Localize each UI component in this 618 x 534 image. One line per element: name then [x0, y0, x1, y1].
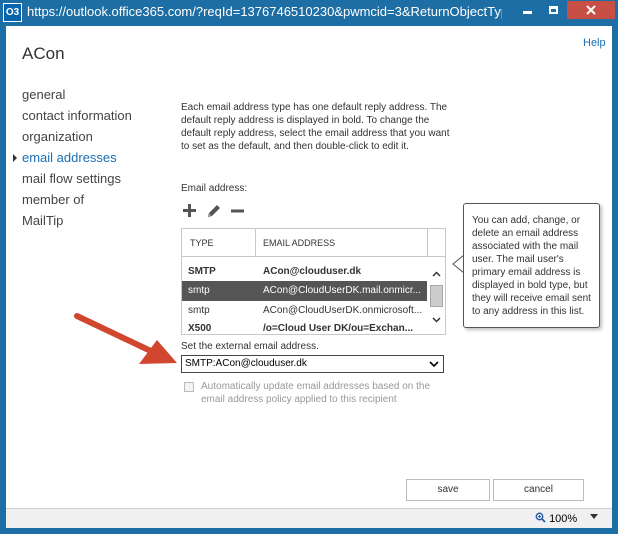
row-address: ACon@clouduser.dk [263, 266, 362, 277]
edit-icon[interactable] [205, 202, 223, 220]
external-address-select[interactable]: SMTP:ACon@clouduser.dk [181, 355, 444, 373]
nav-item-label: email addresses [22, 150, 117, 165]
nav-item-contact-information[interactable]: contact information [22, 108, 132, 129]
auto-update-checkbox[interactable] [184, 382, 194, 392]
page-title: ACon [22, 44, 65, 63]
status-bar: 100% [6, 508, 612, 528]
maximize-button[interactable] [541, 1, 566, 19]
nav-item-member-of[interactable]: member of [22, 192, 132, 213]
outlook-app-icon: O3 [3, 3, 22, 22]
help-link[interactable]: Help [583, 37, 606, 49]
nav-item-label: organization [22, 129, 93, 144]
nav-item-mail-flow-settings[interactable]: mail flow settings [22, 171, 132, 192]
zoom-icon [535, 512, 546, 523]
table-row[interactable]: SMTP ACon@clouduser.dk [182, 262, 427, 282]
scroll-down-icon[interactable] [432, 315, 441, 324]
window-border-left [0, 26, 6, 534]
row-type: SMTP [188, 266, 216, 277]
zoom-dropdown-icon[interactable] [590, 514, 598, 519]
column-header-email-address[interactable]: EMAIL ADDRESS [263, 238, 335, 248]
minimize-button[interactable] [515, 1, 540, 19]
row-address: /o=Cloud User DK/ou=Exchan... [263, 323, 414, 334]
window-url: https://outlook.office365.com/?reqId=137… [27, 4, 502, 19]
row-type: smtp [188, 285, 210, 296]
cancel-button[interactable]: cancel [493, 479, 584, 501]
add-icon[interactable] [181, 202, 199, 220]
nav-item-label: mail flow settings [22, 171, 121, 186]
table-row[interactable]: smtp ACon@CloudUserDK.onmicrosoft... [182, 301, 427, 321]
row-address: ACon@CloudUserDK.mail.onmicr... [263, 285, 421, 296]
email-address-label: Email address: [181, 183, 248, 194]
column-divider [255, 229, 256, 257]
info-callout: You can add, change, or delete an email … [463, 203, 600, 328]
nav-item-label: contact information [22, 108, 132, 123]
window-border-right [612, 26, 618, 534]
close-icon [586, 5, 596, 15]
active-marker-icon [13, 154, 17, 162]
nav-item-label: MailTip [22, 213, 64, 228]
save-button[interactable]: save [406, 479, 490, 501]
row-address: ACon@CloudUserDK.onmicrosoft... [263, 305, 423, 316]
red-arrow-icon [74, 313, 177, 364]
close-button[interactable] [567, 1, 615, 19]
auto-update-label: Automatically update email addresses bas… [201, 381, 431, 405]
email-description: Each email address type has one default … [181, 102, 450, 152]
nav-item-email-addresses[interactable]: email addresses [13, 150, 132, 171]
external-address-value: SMTP:ACon@clouduser.dk [185, 358, 307, 369]
zoom-control[interactable]: 100% [535, 512, 577, 525]
maximize-icon [549, 5, 558, 14]
scroll-thumb[interactable] [430, 285, 443, 307]
scroll-up-icon[interactable] [432, 270, 441, 279]
nav-item-label: general [22, 87, 66, 102]
chevron-down-icon [429, 361, 439, 368]
nav-item-mailtip[interactable]: MailTip [22, 213, 132, 234]
nav-item-organization[interactable]: organization [22, 129, 132, 150]
table-header: TYPE EMAIL ADDRESS [182, 229, 445, 257]
nav-item-general[interactable]: general [22, 87, 132, 108]
minimize-icon [523, 11, 532, 15]
external-address-label: Set the external email address. [181, 341, 319, 352]
remove-icon[interactable] [229, 202, 247, 220]
table-scrollbar[interactable] [428, 257, 445, 334]
column-header-type[interactable]: TYPE [190, 238, 214, 248]
nav-item-label: member of [22, 192, 85, 207]
column-divider [427, 229, 428, 257]
email-address-table: TYPE EMAIL ADDRESS SMTP ACon@clouduser.d… [181, 228, 446, 335]
title-bar: O3 https://outlook.office365.com/?reqId=… [0, 0, 618, 26]
table-row[interactable]: smtp ACon@CloudUserDK.mail.onmicr... [182, 281, 427, 301]
row-type: X500 [188, 323, 212, 334]
row-type: smtp [188, 305, 210, 316]
window-border-bottom [0, 528, 618, 534]
side-nav: general contact information organization… [13, 87, 132, 234]
table-row[interactable]: X500 /o=Cloud User DK/ou=Exchan... [182, 319, 427, 334]
zoom-level: 100% [549, 513, 578, 525]
